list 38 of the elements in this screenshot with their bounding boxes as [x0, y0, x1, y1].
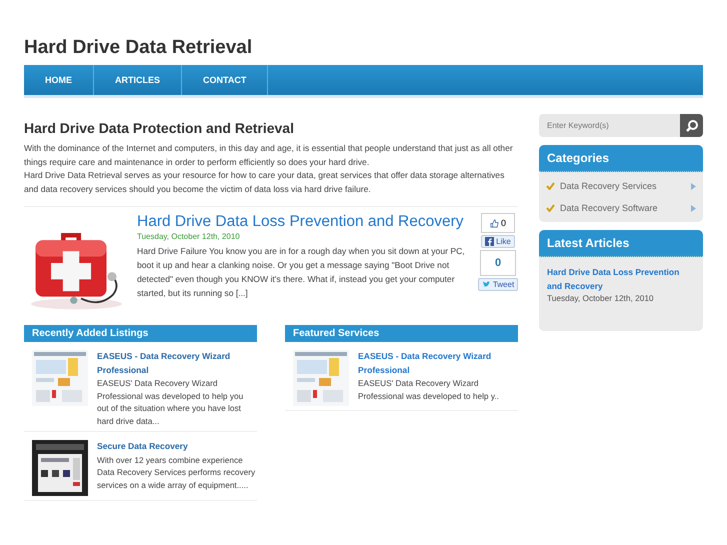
article-date: Tuesday, October 12th, 2010: [547, 293, 655, 303]
listing-description: EASEUS' Data Recovery Wizard Professional was developed to help y..: [358, 377, 500, 402]
search-button[interactable]: [680, 114, 703, 137]
check-icon: [546, 182, 555, 190]
listing-title-link[interactable]: EASEUS - Data Recovery Wizard Professional: [358, 350, 518, 377]
thumbs-up-icon: [490, 218, 499, 228]
nav-link[interactable]: ARTICLES: [94, 65, 182, 95]
post-date: Tuesday, October 12th, 2010: [137, 232, 241, 241]
search-icon: [684, 118, 698, 132]
post-excerpt: Hard Drive Failure You know you are in for a rough day when you sit down at your PC, boot it up and hear a clanking noise. Or you get a message saying "Boot Drive not detected" even though you KNOW it's there. What if, instead you get your computer started, but its running so [...]: [137, 245, 466, 300]
listing-title-link[interactable]: Secure Data Recovery: [97, 440, 257, 454]
panel-header: Categories: [539, 145, 703, 172]
section-header: Recently Added Listings: [24, 325, 257, 342]
site-title: Hard Drive Data Retrieval: [24, 37, 254, 59]
check-icon: [546, 204, 555, 212]
facebook-icon: [485, 237, 494, 246]
listing-description: With over 12 years combine experience Data Recovery Services performs recovery services on a wide array of equipment.....: [97, 454, 256, 491]
bird-icon: [482, 280, 491, 289]
tweet-button[interactable]: Tweet: [478, 278, 518, 291]
search-field[interactable]: Enter Keyword(s): [539, 114, 680, 137]
intro-paragraph: With the dominance of the Internet and computers, in this day and age, it is essential that people understand that just as all other things require care and maintenance in order to perform efficiently so does your hard drive.: [24, 142, 514, 169]
category-link[interactable]: Data Recovery Software: [539, 197, 703, 219]
post-title-link[interactable]: Hard Drive Data Loss Prevention and Recovery: [137, 213, 470, 231]
article-link[interactable]: Hard Drive Data Loss Prevention and Recovery: [547, 265, 695, 293]
intro-paragraph: Hard Drive Data Retrieval serves as your resource for how to care your data, great services that offer data storage alternatives and data recovery services should you become the victim of data loss via hard drive failure.: [24, 169, 506, 196]
like-count-button[interactable]: 0: [481, 213, 515, 233]
category-link[interactable]: Data Recovery Services: [539, 175, 703, 197]
chevron-icon: [691, 182, 696, 190]
listing-title-link[interactable]: EASEUS - Data Recovery Wizard Professional: [97, 350, 257, 377]
listing-description: EASEUS' Data Recovery Wizard Professional was developed to help you out of the situation where you have lost hard drive data...: [97, 377, 244, 427]
panel-header: Latest Articles: [539, 230, 703, 257]
chevron-icon: [691, 204, 696, 212]
section-header: Featured Services: [285, 325, 518, 342]
nav-link[interactable]: CONTACT: [182, 65, 268, 95]
page-heading: Hard Drive Data Protection and Retrieval: [24, 120, 295, 136]
tweet-count: 0: [480, 250, 516, 276]
like-button[interactable]: Like: [481, 235, 515, 248]
nav-link[interactable]: HOME: [24, 65, 94, 95]
